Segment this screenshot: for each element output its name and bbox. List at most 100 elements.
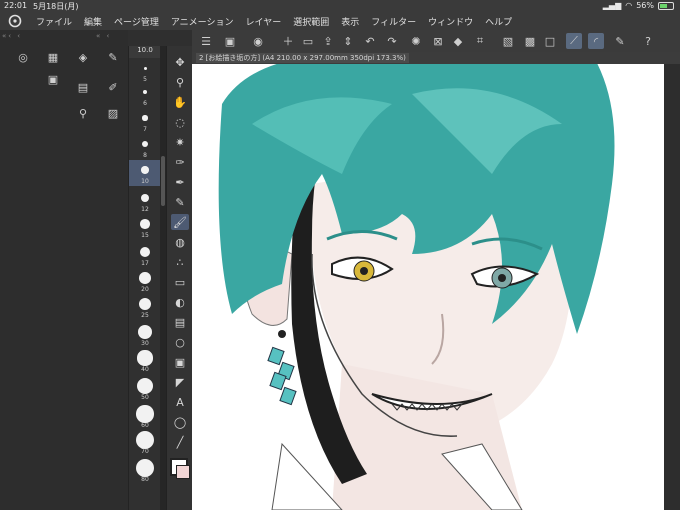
drawing-canvas[interactable] (192, 64, 664, 510)
brush-size-item[interactable]: 25 (129, 294, 161, 320)
menu-item[interactable]: 表示 (341, 15, 359, 28)
record-icon[interactable]: ◉ (250, 33, 266, 49)
brush-size-label: 8 (143, 152, 147, 159)
brush-size-item[interactable]: 70 (129, 430, 161, 456)
undo-icon[interactable]: ↶ (362, 33, 378, 49)
brush-size-label: 25 (141, 312, 149, 319)
help-icon[interactable]: ? (640, 33, 656, 49)
brush-size-item[interactable]: 8 (129, 134, 161, 160)
menu-item[interactable]: ウィンドウ (428, 15, 473, 28)
bucket-icon[interactable]: ◐ (171, 294, 189, 310)
menu-item[interactable]: レイヤー (246, 15, 282, 28)
tool-property-icon[interactable]: ✐ (106, 80, 120, 94)
menu-icon[interactable]: ☰ (198, 33, 214, 49)
text-icon[interactable]: A (171, 394, 189, 410)
magic-wand-icon[interactable]: ✷ (171, 134, 189, 150)
expand-right-icon[interactable]: « ‹ (96, 32, 111, 40)
brush-size-label: 15 (141, 232, 149, 239)
brush-size-item[interactable]: 5 (129, 58, 161, 84)
hand-icon[interactable]: ✋ (171, 94, 189, 110)
brush-icon[interactable]: 🖌 (171, 214, 189, 230)
shape-icon[interactable]: ○ (171, 334, 189, 350)
move-icon[interactable]: ✥ (171, 54, 189, 70)
open-folder-icon[interactable]: ▭ (300, 33, 316, 49)
pen-icon[interactable]: ✒ (171, 174, 189, 190)
brush-size-item[interactable]: 20 (129, 268, 161, 294)
collapse-left-icon[interactable]: «‹ ‹ (2, 32, 22, 40)
export-icon[interactable]: ⇪ (320, 33, 336, 49)
history-icon[interactable]: ▨ (106, 106, 120, 120)
left-palette: «‹ ‹ « ‹ ◎ ▦ ◈ ✎ ▣ ▤ ✐ ⚲ ▨ (0, 30, 128, 510)
brush-size-item[interactable]: 40 (129, 348, 161, 374)
ruler-tool-icon[interactable]: ◤ (171, 374, 189, 390)
eraser-icon[interactable]: ▭ (171, 274, 189, 290)
brush-size-label: 80 (141, 476, 149, 483)
save-icon[interactable]: ▣ (222, 33, 238, 49)
balloon-icon[interactable]: ◯ (171, 414, 189, 430)
lasso-icon[interactable]: ◌ (171, 114, 189, 130)
menu-item[interactable]: アニメーション (171, 15, 234, 28)
eyedropper-icon[interactable]: ✑ (171, 154, 189, 170)
pencil-icon[interactable]: ✎ (171, 194, 189, 210)
loading-icon[interactable]: ✺ (408, 33, 424, 49)
date: 5月18日(月) (33, 2, 79, 11)
canvas-tab[interactable]: 2 [お絵描き垢の方] (A4 210.00 x 297.00mm 350dpi… (196, 53, 409, 63)
deselect-icon[interactable]: □ (542, 33, 558, 49)
fill-icon[interactable]: ◍ (171, 234, 189, 250)
pen-pressure-icon[interactable]: ✎ (612, 33, 628, 49)
menu-item[interactable]: ページ管理 (114, 15, 159, 28)
brush-size-dot (137, 350, 153, 366)
navigator-icon[interactable]: ▦ (46, 50, 60, 64)
brush-size-value[interactable]: 10.0 (129, 46, 161, 58)
brush-size-label: 10 (141, 178, 149, 185)
brush-size-dot (138, 325, 152, 339)
menu-item[interactable]: 選択範囲 (293, 15, 329, 28)
hide-icon[interactable]: ▧ (500, 33, 516, 49)
artwork-illustration (218, 64, 615, 510)
search-layer-icon[interactable]: ⚲ (76, 106, 90, 120)
brush-size-item[interactable]: 7 (129, 108, 161, 134)
brush-size-item[interactable]: 12 (129, 188, 161, 214)
stepper-icon[interactable]: ⇕ (340, 33, 356, 49)
signal-icon: ▂▄▆ (602, 1, 622, 10)
brush-size-item[interactable]: 30 (129, 322, 161, 348)
zoom-icon[interactable]: ⚲ (171, 74, 189, 90)
menu-item[interactable]: 編集 (84, 15, 102, 28)
crop-icon[interactable]: ▩ (522, 33, 538, 49)
frame-icon[interactable]: ▣ (171, 354, 189, 370)
clear-icon[interactable]: ⊠ (430, 33, 446, 49)
brush-size-item[interactable]: 15 (129, 214, 161, 240)
layers-icon[interactable]: ◈ (76, 50, 90, 64)
layer-property-icon[interactable]: ◎ (16, 50, 30, 64)
menu-item[interactable]: ヘルプ (485, 15, 512, 28)
brush-size-label: 60 (141, 422, 149, 429)
line-icon[interactable]: ╱ (171, 434, 189, 450)
brush-size-item[interactable]: 80 (129, 458, 161, 484)
menu-item[interactable]: フィルター (371, 15, 416, 28)
brush-size-item[interactable]: 6 (129, 82, 161, 108)
redo-icon[interactable]: ↷ (384, 33, 400, 49)
sub-tool-icon[interactable]: ✎ (106, 50, 120, 64)
material-icon[interactable]: ▣ (46, 72, 60, 86)
brush-size-dot (136, 431, 154, 449)
menu-item[interactable]: ファイル (36, 15, 72, 28)
brush-size-item[interactable]: 50 (129, 376, 161, 402)
wifi-icon: ◠ (625, 1, 633, 10)
spray-icon[interactable]: ∴ (171, 254, 189, 270)
app-logo-icon[interactable] (8, 14, 22, 28)
color-set-icon[interactable]: ▤ (76, 80, 90, 94)
ruler-icon[interactable]: ⟋ (566, 33, 582, 49)
brush-size-item[interactable]: 17 (129, 242, 161, 268)
new-page-icon[interactable]: ＋ (280, 33, 296, 49)
fill-icon[interactable]: ◆ (450, 33, 466, 49)
tool-palette: ✥ ⚲ ✋ ◌ ✷ ✑ ✒ ✎ 🖌 ◍ ∴ ▭ ◐ ▤ ○ ▣ ◤ A ◯ ╱ (166, 46, 193, 510)
brush-size-item[interactable]: 10 (129, 160, 161, 186)
battery-percent: 56% (636, 1, 654, 10)
brush-curve-icon[interactable]: ◜ (588, 33, 604, 49)
brush-size-label: 40 (141, 366, 149, 373)
brush-size-dot (140, 219, 150, 229)
sub-color-swatch[interactable] (176, 465, 190, 479)
gradient-icon[interactable]: ▤ (171, 314, 189, 330)
brush-size-item[interactable]: 60 (129, 404, 161, 430)
transform-icon[interactable]: ⌗ (472, 33, 488, 49)
